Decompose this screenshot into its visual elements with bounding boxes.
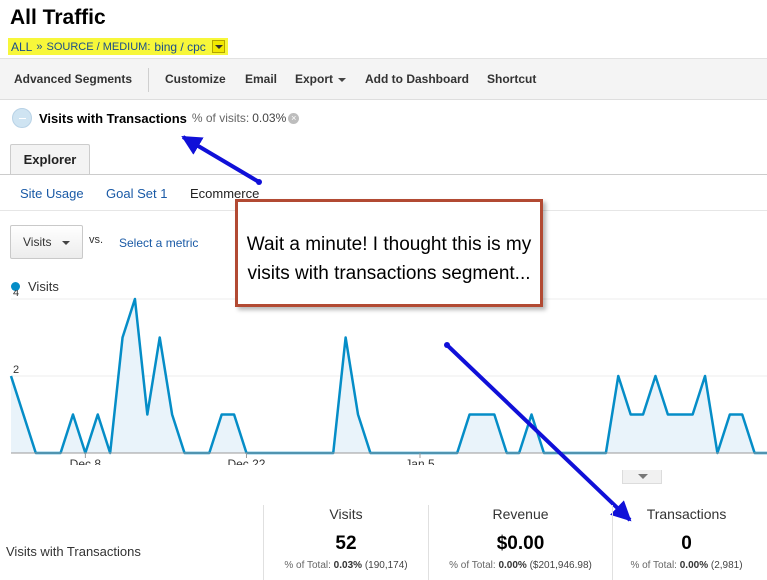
page-title: All Traffic: [10, 6, 106, 29]
scorecard-title: Revenue: [492, 506, 549, 522]
annotation-line-2: visits with transactions segment...: [247, 263, 531, 284]
segment-toggle-icon[interactable]: [12, 108, 32, 128]
scorecard-subtext: % of Total: 0.00% ($201,946.98): [429, 560, 612, 571]
toolbar-divider: [148, 68, 149, 92]
scorecard-subtext: % of Total: 0.03% (190,174): [264, 560, 428, 571]
tab-divider: [0, 174, 767, 175]
chevron-down-icon: [62, 241, 70, 245]
customize-button[interactable]: Customize: [165, 72, 226, 86]
report-toolbar: Advanced Segments Customize Email Export…: [0, 58, 767, 100]
segment-pct-value: 0.03%: [252, 111, 287, 125]
arrow-to-segment: [181, 135, 261, 184]
scorecard-sub-label: % of Total:: [284, 560, 331, 571]
subtab-site-usage[interactable]: Site Usage: [20, 186, 84, 201]
remove-segment-icon[interactable]: ×: [288, 112, 300, 124]
y-tick-label: 2: [13, 364, 19, 376]
breadcrumb-root[interactable]: ALL: [11, 40, 32, 54]
scorecard-sub-pct: 0.00%: [498, 560, 527, 571]
visits-chart: 2 4 Dec 8 Dec 22 Jan 5: [9, 290, 767, 465]
advanced-segments-button[interactable]: Advanced Segments: [14, 72, 132, 86]
annotation-callout: Wait a minute! I thought this is my visi…: [235, 199, 543, 307]
add-to-dashboard-button[interactable]: Add to Dashboard: [365, 72, 469, 86]
y-tick-label: 4: [13, 290, 19, 299]
tab-explorer[interactable]: Explorer: [10, 144, 90, 175]
segment-name: Visits with Transactions: [39, 110, 187, 126]
scorecard-value: $0.00: [496, 533, 545, 554]
scorecard-transactions: Transactions 0 % of Total: 0.00% (2,981): [612, 505, 760, 580]
scorecard-title: Transactions: [646, 506, 727, 522]
breadcrumb-dimension: SOURCE / MEDIUM:: [46, 40, 151, 53]
scorecard-sub-total: (190,174): [364, 560, 408, 571]
scorecard-visits: Visits 52 % of Total: 0.03% (190,174): [263, 505, 428, 580]
scorecard-sub-label: % of Total:: [449, 560, 496, 571]
arrow-origin-dot: [256, 179, 262, 185]
breadcrumb-dropdown-icon[interactable]: [211, 40, 225, 53]
breadcrumb-value: bing / cpc: [154, 39, 206, 54]
scorecard-sub-label: % of Total:: [630, 560, 677, 571]
scorecard-sub-total: (2,981): [710, 560, 743, 571]
select-metric-link[interactable]: Select a metric: [119, 236, 198, 250]
breadcrumb: ALL » SOURCE / MEDIUM: bing / cpc: [8, 38, 228, 55]
scorecard-sub-pct: 0.03%: [333, 560, 363, 571]
vs-label: vs.: [89, 234, 104, 246]
x-tick-label: Dec 22: [227, 457, 265, 465]
scorecard-revenue: Revenue $0.00 % of Total: 0.00% ($201,94…: [428, 505, 612, 580]
scorecard-sub-pct: 0.00%: [679, 560, 709, 571]
scorecard-row-label: Visits with Transactions: [6, 544, 141, 559]
annotation-line-1: Wait a minute! I thought this is my: [246, 234, 532, 255]
chart-collapse-handle[interactable]: [622, 470, 662, 484]
segment-pct-label: % of visits:: [191, 111, 250, 125]
metric-dropdown[interactable]: Visits: [10, 225, 83, 259]
scorecard-title: Visits: [329, 506, 363, 522]
chevron-down-icon: [338, 77, 347, 82]
shortcut-button[interactable]: Shortcut: [487, 72, 536, 86]
email-button[interactable]: Email: [245, 72, 277, 86]
subtab-goal-set-1[interactable]: Goal Set 1: [106, 186, 167, 201]
scorecard-value: 52: [335, 533, 357, 554]
breadcrumb-separator: »: [36, 40, 43, 53]
export-button[interactable]: Export: [295, 72, 347, 86]
metric-dropdown-label: Visits: [23, 235, 52, 249]
scorecard-value: 0: [681, 533, 692, 554]
active-segment: Visits with Transactions % of visits: 0.…: [12, 108, 300, 128]
x-tick-label: Dec 8: [70, 457, 102, 465]
scorecard-sub-total: ($201,946.98): [529, 560, 592, 571]
x-tick-label: Jan 5: [405, 457, 435, 465]
scorecard-subtext: % of Total: 0.00% (2,981): [613, 560, 760, 571]
scorecards: Visits with Transactions Visits 52 % of …: [0, 505, 767, 580]
export-label: Export: [295, 72, 334, 86]
